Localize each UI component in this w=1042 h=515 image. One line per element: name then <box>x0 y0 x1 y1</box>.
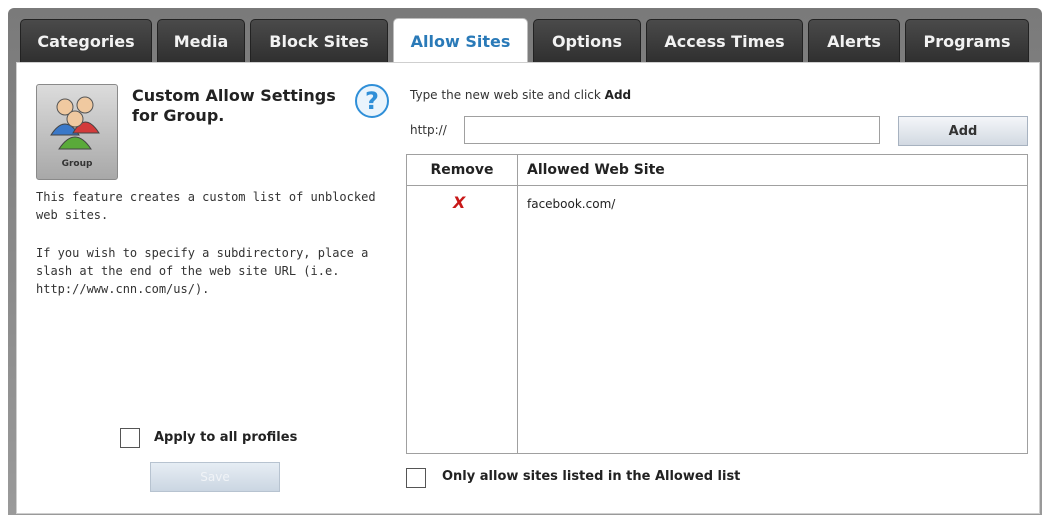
only-allow-listed-label: Only allow sites listed in the Allowed l… <box>442 469 741 484</box>
tab-categories[interactable]: Categories <box>20 19 152 63</box>
allowed-site-value: facebook.com/ <box>527 197 616 211</box>
site-column-header: Allowed Web Site <box>527 162 665 178</box>
subdirectory-hint: If you wish to specify a subdirectory, p… <box>36 246 369 296</box>
only-allow-listed-checkbox[interactable] <box>406 468 426 488</box>
header-divider <box>407 185 1027 186</box>
http-prefix-label: http:// <box>410 123 447 137</box>
instruction-add-keyword: Add <box>604 88 632 102</box>
help-icon[interactable]: ? <box>355 84 389 118</box>
table-row: X facebook.com/ <box>407 193 1027 217</box>
remove-column-header: Remove <box>430 162 494 178</box>
group-icon <box>50 96 100 150</box>
group-avatar: Group <box>36 84 118 180</box>
website-url-input[interactable] <box>464 116 880 144</box>
allowed-sites-table: Remove Allowed Web Site X facebook.com/ <box>406 154 1028 454</box>
group-label: Group <box>61 159 93 169</box>
tab-block-sites[interactable]: Block Sites <box>250 19 388 63</box>
instruction-text: Type the new web site and click <box>410 88 601 102</box>
apply-all-profiles-label: Apply to all profiles <box>154 430 298 445</box>
feature-description: This feature creates a custom list of un… <box>36 190 376 222</box>
remove-icon[interactable]: X <box>453 193 465 212</box>
tab-programs[interactable]: Programs <box>905 19 1029 63</box>
save-button[interactable]: Save <box>150 462 280 492</box>
add-button[interactable]: Add <box>898 116 1028 146</box>
tab-alerts[interactable]: Alerts <box>808 19 900 63</box>
tab-media[interactable]: Media <box>157 19 245 63</box>
settings-title: Custom Allow Settings for Group. <box>132 86 336 125</box>
add-instruction: Type the new web site and click Add <box>410 88 631 102</box>
tab-allow-sites[interactable]: Allow Sites <box>393 18 528 64</box>
tab-access-times[interactable]: Access Times <box>646 19 803 63</box>
apply-all-profiles-checkbox[interactable] <box>120 428 140 448</box>
tab-options[interactable]: Options <box>533 19 641 63</box>
